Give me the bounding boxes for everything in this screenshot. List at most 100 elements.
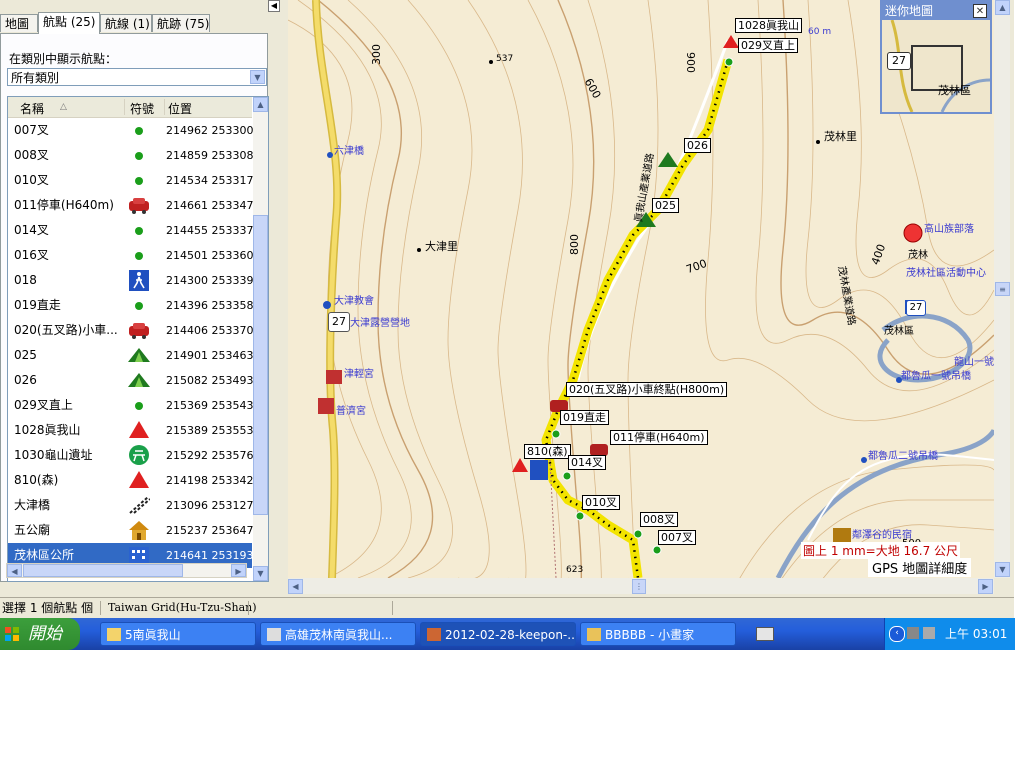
map-vertical-scrollbar[interactable]: ▲ ≡ ▼: [994, 0, 1010, 578]
tab-tracks[interactable]: 航跡 (75): [152, 14, 210, 32]
category-select[interactable]: 所有類別 ▼: [7, 68, 267, 86]
column-name-header[interactable]: 名稱: [20, 100, 44, 117]
list-item[interactable]: 018 214300 2533395: [8, 268, 260, 293]
close-icon[interactable]: ✕: [973, 4, 987, 18]
scroll-right-button[interactable]: ▶: [231, 564, 246, 577]
start-button[interactable]: 開始: [0, 618, 80, 650]
waypoint-label-020[interactable]: 020(五叉路)小車終點(H800m): [566, 382, 728, 397]
contour-label: 800: [568, 234, 581, 255]
map-view[interactable]: 300 537 600 900 800 700 400 623 500 60 m…: [288, 0, 994, 578]
map-horizontal-scrollbar[interactable]: ◀ ⋮ ▶: [288, 578, 994, 594]
waypoint-label-1028[interactable]: 1028眞我山: [735, 18, 802, 33]
list-item[interactable]: 020(五叉路)小車... 214406 2533709: [8, 318, 260, 343]
poi-label: 都魯瓜一號吊橋: [901, 371, 971, 382]
hiker-icon: [126, 268, 150, 293]
chevron-down-icon[interactable]: ▼: [250, 70, 265, 84]
list-item[interactable]: 014叉 214455 2533370: [8, 218, 260, 243]
list-item[interactable]: 大津橋 213096 2531273: [8, 493, 260, 518]
bridge-icon: [126, 493, 151, 518]
list-horizontal-scrollbar[interactable]: ◀ ▶: [6, 563, 247, 578]
waypoint-label-007[interactable]: 007叉: [658, 530, 696, 545]
application-window: 地圖 航點 (25) 航線 (1) 航跡 (75) 在類別中顯示航點： 所有類別…: [0, 0, 1015, 650]
list-item[interactable]: 五公廟 215237 2536476: [8, 518, 260, 543]
scroll-left-button[interactable]: ◀: [7, 564, 22, 577]
waypoint-position: 215237 2536476: [166, 524, 261, 537]
waypoint-panel: 地圖 航點 (25) 航線 (1) 航跡 (75) 在類別中顯示航點： 所有類別…: [0, 0, 269, 582]
tab-routes[interactable]: 航線 (1): [100, 14, 152, 32]
list-item[interactable]: 016叉 214501 2533604: [8, 243, 260, 268]
taskbar-item-folder[interactable]: 5南眞我山: [100, 622, 256, 646]
waypoint-label-010[interactable]: 010叉: [582, 495, 620, 510]
list-vertical-scrollbar[interactable]: ▲ ▼: [253, 97, 268, 581]
waypoint-position: 214901 2534633: [166, 349, 261, 362]
list-header: 名稱 △ 符號 位置: [8, 97, 252, 118]
taskbar-item-document[interactable]: 高雄茂林南眞我山...: [260, 622, 416, 646]
place-label: 茂林: [908, 250, 928, 261]
map-detail-label: GPS 地圖詳細度: [868, 558, 972, 577]
waypoint-label-810[interactable]: 810(森): [524, 444, 571, 459]
poi-label: 津輕宮: [344, 369, 374, 380]
list-item[interactable]: 025 214901 2534633: [8, 343, 260, 368]
list-item[interactable]: 029叉直上 215369 2535436: [8, 393, 260, 418]
list-item[interactable]: 010叉 214534 2533172: [8, 168, 260, 193]
status-selection: 選擇 1 個航點 個: [2, 601, 94, 615]
list-item[interactable]: 011停車(H640m) 214661 2533478: [8, 193, 260, 218]
waypoint-label-011[interactable]: 011停車(H640m): [610, 430, 708, 445]
scroll-right-button[interactable]: ▶: [978, 579, 993, 594]
tab-map[interactable]: 地圖: [0, 14, 38, 32]
waypoint-position: 215292 2535761: [166, 449, 261, 462]
keyboard-icon[interactable]: [756, 627, 774, 641]
waypoint-label-029[interactable]: 029叉直上: [738, 38, 798, 53]
scroll-thumb[interactable]: ⋮: [632, 579, 646, 594]
column-position-header[interactable]: 位置: [168, 100, 192, 117]
waypoint-name: 026: [14, 373, 37, 387]
scroll-left-button[interactable]: ◀: [288, 579, 303, 594]
summit-icon: [126, 418, 150, 443]
waypoint-label-019[interactable]: 019直走: [560, 410, 609, 425]
waypoint-name: 008叉: [14, 148, 49, 162]
column-divider[interactable]: [164, 99, 165, 115]
scroll-down-button[interactable]: ▼: [995, 562, 1010, 577]
column-divider[interactable]: [124, 99, 125, 115]
list-item[interactable]: 008叉 214859 2533087: [8, 143, 260, 168]
tent-icon: [126, 368, 150, 393]
waypoint-label-008[interactable]: 008叉: [640, 512, 678, 527]
list-item[interactable]: 019直走 214396 2533580: [8, 293, 260, 318]
mini-map-window[interactable]: 迷你地圖 ✕ 27 茂林區: [880, 0, 992, 114]
scroll-down-button[interactable]: ▼: [253, 566, 268, 581]
scroll-thumb[interactable]: [253, 215, 268, 515]
waypoint-list[interactable]: 名稱 △ 符號 位置 007叉 214962 2533002 008叉 214859 …: [7, 96, 269, 582]
green-dot-icon: [126, 293, 150, 318]
waypoint-position: 214198 2533428: [166, 474, 261, 487]
category-label: 在類別中顯示航點：: [9, 52, 118, 66]
waypoint-label-026[interactable]: 026: [684, 138, 711, 153]
waypoint-name: 020(五叉路)小車...: [14, 323, 118, 337]
panel-tabs: 地圖 航點 (25) 航線 (1) 航跡 (75): [0, 12, 268, 34]
waypoint-name: 1030龜山遺址: [14, 448, 93, 462]
waypoint-position: 214396 2533580: [166, 299, 261, 312]
list-item[interactable]: 007叉 214962 2533002: [8, 118, 260, 143]
scroll-up-button[interactable]: ▲: [253, 97, 268, 112]
clock[interactable]: 上午 03:01: [945, 618, 1007, 650]
status-grid: Taiwan Grid(Hu-Tzu-Shan): [108, 601, 257, 614]
list-item[interactable]: 810(森) 214198 2533428: [8, 468, 260, 493]
tab-waypoints[interactable]: 航點 (25): [38, 12, 100, 34]
scroll-thumb[interactable]: [23, 564, 183, 577]
chevron-left-icon[interactable]: ‹: [889, 626, 905, 642]
waypoint-label-014[interactable]: 014叉: [568, 455, 606, 470]
waypoint-label-025[interactable]: 025: [652, 198, 679, 213]
list-item[interactable]: 1030龜山遺址 215292 2535761: [8, 443, 260, 468]
list-item[interactable]: 026 215082 2534936: [8, 368, 260, 393]
column-symbol-header[interactable]: 符號: [130, 100, 154, 117]
waypoint-name: 010叉: [14, 173, 49, 187]
scroll-up-button[interactable]: ▲: [995, 0, 1010, 15]
waypoint-position: 214859 2533087: [166, 149, 261, 162]
network-icon[interactable]: [907, 627, 919, 639]
list-item[interactable]: 1028眞我山 215389 2535539: [8, 418, 260, 443]
house-icon: [126, 518, 150, 543]
taskbar-item-paint[interactable]: BBBBB - 小畫家: [580, 622, 736, 646]
taskbar-item-mapsource[interactable]: 2012-02-28-keepon-...: [420, 622, 576, 646]
collapse-panel-button[interactable]: ◀: [268, 0, 280, 12]
scroll-thumb[interactable]: ≡: [995, 282, 1010, 296]
volume-icon[interactable]: [923, 627, 935, 639]
